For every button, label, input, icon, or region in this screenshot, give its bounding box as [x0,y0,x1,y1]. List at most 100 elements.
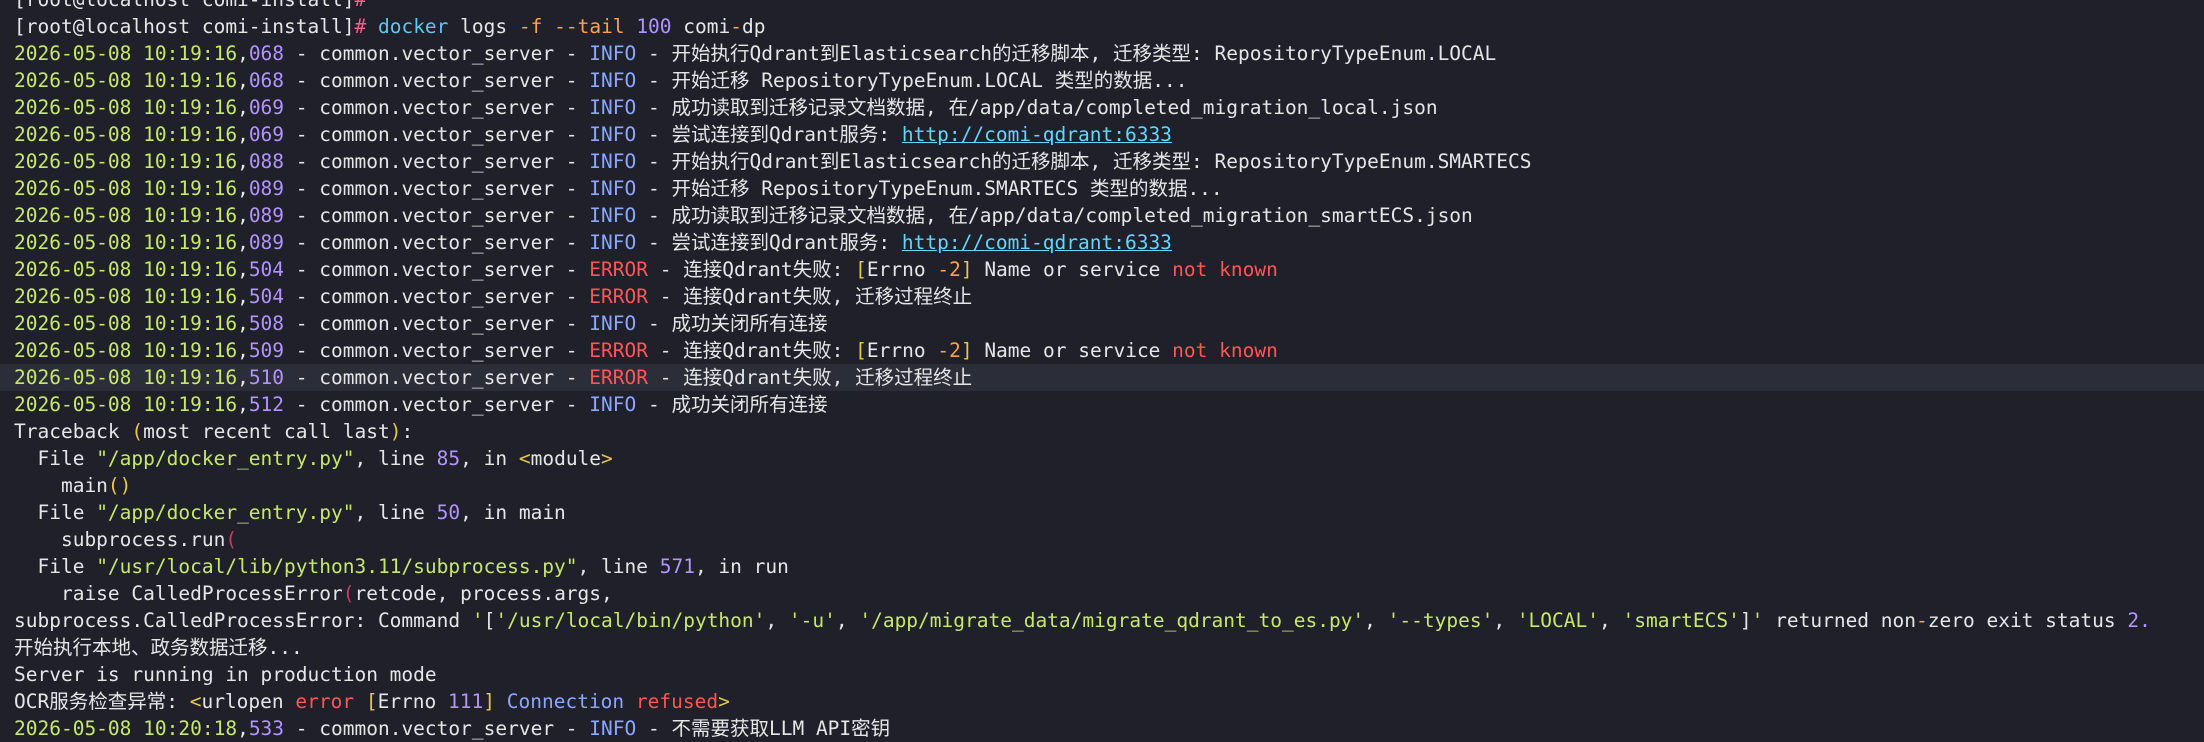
terminal-text: - 尝试连接到Qdrant服务: [636,231,902,254]
terminal-text: - common.vector_server - [284,258,590,281]
terminal-text: 2026-05-08 10:19:16 [14,393,238,416]
terminal-text: 089 [248,231,285,254]
terminal-text: , [237,312,249,335]
terminal-text: not known [1172,339,1278,362]
terminal-text: not known [1172,258,1278,281]
terminal-text: "/app/docker_entry.py" [96,501,355,524]
terminal-line: 2026-05-08 10:19:16,504 - common.vector_… [0,256,2204,283]
terminal-text: , [237,393,249,416]
terminal-text: > [601,447,613,470]
terminal-text: - 开始执行Qdrant到Elasticsearch的迁移脚本, 迁移类型: R… [636,150,1532,173]
terminal-text: - common.vector_server - [284,96,590,119]
terminal-text: 068 [248,69,285,92]
terminal-text: ] [483,690,496,713]
terminal-text: , in run [694,555,789,578]
terminal-text: File [14,501,97,524]
terminal-text: urlopen [201,690,296,713]
terminal-text: returned non [1763,609,1917,632]
terminal-text: 111 [448,690,484,713]
terminal-text: - common.vector_server - [284,42,590,65]
terminal-text: 2026-05-08 10:20:18 [14,717,238,740]
terminal-text: , [237,69,249,92]
terminal-text: - [1916,609,1928,632]
terminal-text: 089 [248,177,285,200]
terminal-line: subprocess.run( [0,526,2204,553]
terminal-text: Errno [377,690,449,713]
terminal-text: - common.vector_server - [284,393,590,416]
terminal-text: , [1493,609,1517,632]
terminal-text: - 连接Qdrant失败: [648,339,856,362]
terminal-line: 2026-05-08 10:19:16,508 - common.vector_… [0,310,2204,337]
terminal-text: , in [460,447,519,470]
terminal-text: - 尝试连接到Qdrant服务: [636,123,902,146]
terminal-text: 2026-05-08 10:19:16 [14,150,238,173]
terminal-text: , [237,177,249,200]
terminal-text: , [1364,609,1388,632]
terminal-text: 509 [248,339,285,362]
terminal-line: 2026-05-08 10:19:16,069 - common.vector_… [0,94,2204,121]
terminal-link[interactable]: http://comi-qdrant:6333 [902,123,1172,146]
terminal-text: -2 [937,258,961,281]
terminal-text: main [14,474,108,497]
terminal-window[interactable]: [root@localhost comi-install]#[root@loca… [0,0,2204,742]
terminal-text: 504 [248,285,285,308]
terminal-text: ERROR [589,339,648,362]
terminal-line: 2026-05-08 10:19:16,504 - common.vector_… [0,283,2204,310]
terminal-text: Name or service [972,339,1173,362]
terminal-text: dp [742,15,766,38]
terminal-line: 2026-05-08 10:19:16,089 - common.vector_… [0,202,2204,229]
terminal-text: 088 [248,150,285,173]
terminal-text: [root@localhost comi-install] [14,0,354,11]
terminal-text: --tail [554,15,625,38]
terminal-text: comi [671,15,731,38]
terminal-line: main() [0,472,2204,499]
terminal-text: ( [342,582,355,605]
terminal-line: Server is running in production mode [0,661,2204,688]
terminal-text: INFO [589,177,637,200]
terminal-text: > [718,690,730,713]
terminal-text: - 成功关闭所有连接 [636,393,828,416]
terminal-text: INFO [589,96,637,119]
terminal-text: raise CalledProcessError [14,582,343,605]
terminal-link[interactable]: http://comi-qdrant:6333 [902,231,1172,254]
terminal-text: # [354,0,366,11]
terminal-line: 2026-05-08 10:20:18,533 - common.vector_… [0,715,2204,742]
terminal-text: , line [354,501,437,524]
terminal-text: ERROR [589,258,648,281]
terminal-text: 068 [248,42,285,65]
terminal-text: , [237,339,249,362]
terminal-line: 2026-05-08 10:19:16,069 - common.vector_… [0,121,2204,148]
terminal-line: File "/app/docker_entry.py", line 50, in… [0,499,2204,526]
terminal-text: < [189,690,202,713]
terminal-text: logs [448,15,519,38]
terminal-text: , in main [460,501,566,524]
terminal-text: , [237,366,249,389]
terminal-text: - common.vector_server - [284,312,590,335]
terminal-text: 504 [248,258,285,281]
terminal-text: , [237,204,249,227]
terminal-text: INFO [589,717,637,740]
terminal-text: INFO [589,123,637,146]
terminal-text: '/usr/local/bin/python' [495,609,766,632]
terminal-text: 2026-05-08 10:19:16 [14,285,238,308]
terminal-text: - 成功读取到迁移记录文档数据, 在/app/data/completed_mi… [636,204,1473,227]
terminal-text: INFO [589,42,637,65]
terminal-text: - 连接Qdrant失败, 迁移过程终止 [648,285,973,308]
terminal-text: ERROR [589,285,648,308]
terminal-text: docker [377,15,449,38]
terminal-text: ' [471,609,484,632]
terminal-text: - common.vector_server - [284,69,590,92]
terminal-text: retcode, process.args, [354,582,613,605]
terminal-text: ) [389,420,402,443]
terminal-text: , [835,609,860,632]
terminal-text: - common.vector_server - [284,204,590,227]
terminal-text: ] [960,339,973,362]
terminal-line: 2026-05-08 10:19:16,512 - common.vector_… [0,391,2204,418]
terminal-text: 'LOCAL' [1516,609,1599,632]
terminal-text: - [730,15,742,38]
terminal-text: : [401,420,414,443]
terminal-text: , line [354,447,437,470]
terminal-text: 2026-05-08 10:19:16 [14,204,238,227]
